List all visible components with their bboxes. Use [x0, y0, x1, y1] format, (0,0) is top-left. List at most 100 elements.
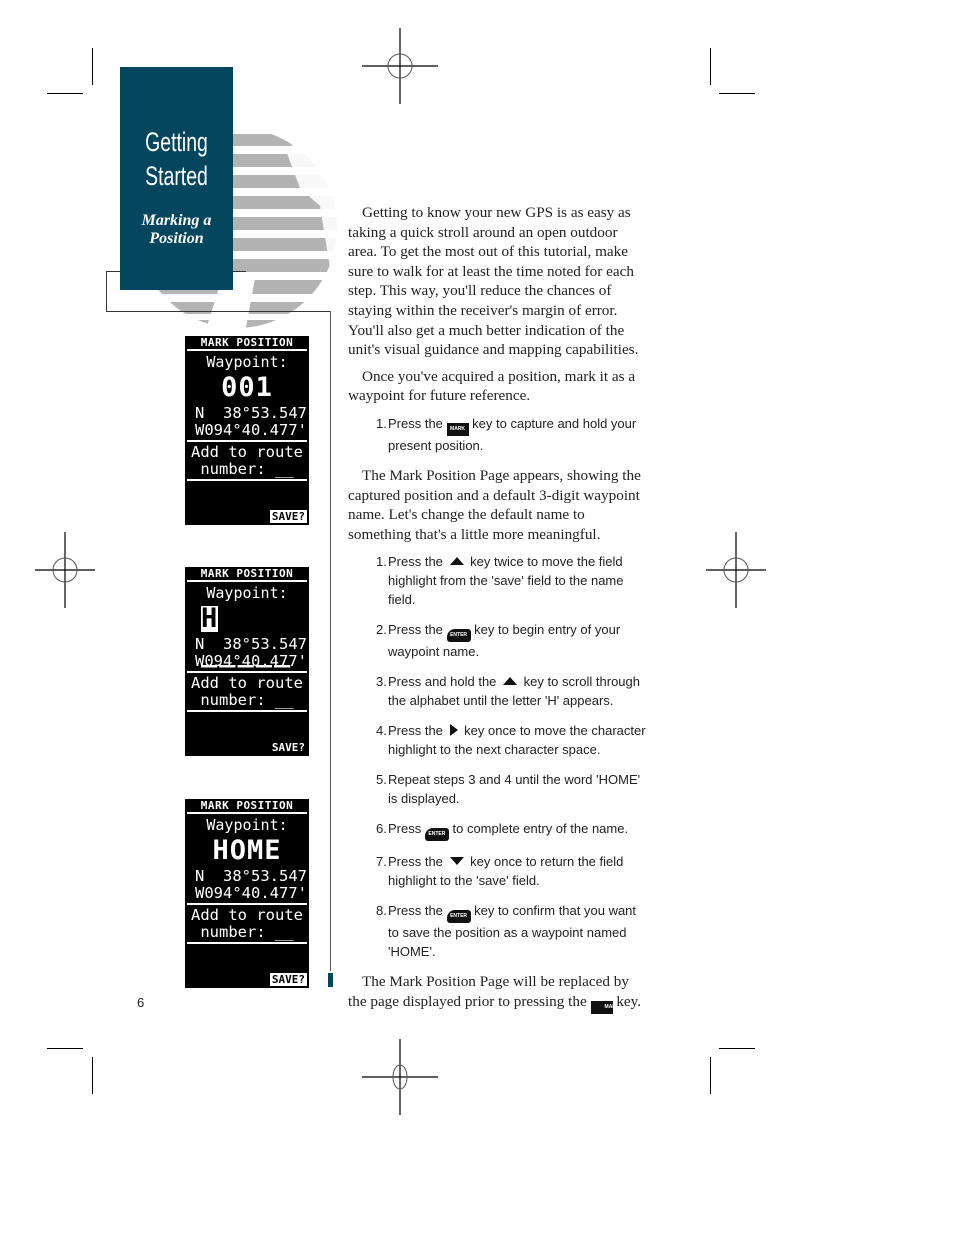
save-field: SAVE?	[271, 741, 305, 754]
gps-screen-editing: MARK POSITION Waypoint: H_____ N 38°53.5…	[185, 567, 317, 756]
section-subtitle: Marking a Position	[120, 212, 233, 248]
step-text: Repeat steps 3 and 4 until the word 'HOM…	[388, 770, 646, 808]
step-text-pre: Press	[388, 821, 422, 837]
coordinates: N 38°53.547' W094°40.477'	[187, 404, 317, 442]
step-list: 1. Press the MARK key to capture and hol…	[376, 414, 646, 455]
step-text-pre: Repeat steps 3 and 4 until the word 'HOM…	[388, 772, 641, 807]
step-number: 2.	[376, 622, 387, 638]
up-arrow-key-icon	[449, 557, 464, 566]
list-item: 1. Press the MARK key to capture and hol…	[376, 414, 646, 455]
margin-rule	[330, 311, 331, 971]
list-item: 4. Press the key once to move the charact…	[376, 721, 646, 759]
paragraph: The Mark Position Page appears, showing …	[348, 466, 641, 543]
screen-header: MARK POSITION	[187, 567, 307, 582]
up-arrow-key-icon	[503, 677, 518, 686]
step-number: 1.	[376, 554, 387, 570]
waypoint-name: HOME	[185, 834, 309, 868]
crop-mark	[710, 1057, 711, 1094]
step-text: Press the key once to move the character…	[388, 721, 646, 759]
right-arrow-key-icon	[449, 724, 458, 737]
enter-key-icon: ENTER	[424, 828, 449, 842]
step-number: 5.	[376, 772, 387, 788]
step-text: Press ENTER to complete entry of the nam…	[388, 819, 646, 842]
closing-text-post: key.	[616, 992, 642, 1010]
latitude: N 38°53.547'	[195, 404, 317, 422]
step-text-pre: Press the	[388, 854, 443, 870]
longitude: W094°40.477'	[195, 652, 307, 670]
section-marker	[328, 973, 333, 987]
section-title: Getting Started	[136, 125, 217, 193]
save-field: SAVE?	[269, 973, 307, 986]
page-number: 6	[137, 995, 145, 1010]
latitude: N 38°53.547'	[195, 635, 317, 653]
step-text: Press the MARK key to capture and hold y…	[388, 414, 646, 455]
crop-mark	[719, 93, 755, 94]
section-subtitle-line: Marking a	[141, 212, 212, 229]
route-field: Add to route number: __	[187, 442, 307, 481]
route-label: Add to route	[191, 906, 303, 924]
section-title-line: Getting	[145, 127, 208, 157]
paragraph: Once you've acquired a position, mark it…	[348, 367, 636, 405]
route-number: number: __	[200, 923, 294, 941]
intro-paragraph: Getting to know your new GPS is as easy …	[348, 204, 639, 359]
waypoint-name: 001	[185, 371, 309, 405]
gps-screen-default: MARK POSITION Waypoint: 001 N 38°53.547'…	[185, 336, 317, 525]
registration-mark-icon	[362, 1039, 438, 1115]
mark-key-icon: MARK	[590, 1000, 620, 1014]
list-item: 8. Press the ENTER key to confirm that yo…	[376, 901, 646, 961]
screen-header: MARK POSITION	[187, 336, 307, 351]
crop-mark	[47, 93, 83, 94]
step-text-pre: Press the	[388, 622, 443, 638]
body-text: Getting to know your new GPS is as easy …	[348, 203, 646, 1021]
step-text-post: to complete entry of the name.	[452, 821, 629, 837]
step-number: 4.	[376, 723, 387, 739]
coordinates: N 38°53.547' W094°40.477'	[187, 635, 317, 673]
registration-mark-icon	[362, 28, 438, 104]
step-text-pre: Press and hold the	[388, 674, 497, 690]
list-item: 3. Press and hold the key to scroll throu…	[376, 672, 646, 710]
character-highlight: H	[201, 603, 220, 634]
step-text: Press the key once to return the field h…	[388, 852, 646, 890]
list-item: 6. Press ENTER to complete entry of the n…	[376, 819, 646, 842]
latitude: N 38°53.547'	[195, 867, 317, 885]
screen-header: MARK POSITION	[187, 799, 307, 814]
step-text: Press the ENTER key to begin entry of yo…	[388, 620, 646, 661]
route-field: Add to route number: __	[187, 673, 307, 712]
step-text-pre: Press the	[388, 723, 443, 739]
down-arrow-key-icon	[449, 857, 464, 866]
save-field: SAVE?	[269, 510, 307, 523]
step-number: 7.	[376, 854, 387, 870]
coordinates: N 38°53.547' W094°40.477'	[187, 867, 317, 905]
route-label: Add to route	[191, 674, 303, 692]
step-text: Press the key twice to move the field hi…	[388, 552, 646, 609]
step-text: Press the ENTER key to confirm that you …	[388, 901, 646, 961]
crop-mark	[92, 48, 93, 85]
enter-key-icon: ENTER	[446, 910, 471, 924]
list-item: 5. Repeat steps 3 and 4 until the word 'H…	[376, 770, 646, 808]
frame-line	[106, 271, 107, 311]
registration-mark-icon	[698, 532, 774, 608]
route-label: Add to route	[191, 443, 303, 461]
mark-key-icon: MARK	[446, 422, 469, 436]
route-number: number: __	[200, 460, 294, 478]
gps-screen-home: MARK POSITION Waypoint: HOME N 38°53.547…	[185, 799, 317, 988]
waypoint-label: Waypoint:	[206, 353, 288, 371]
route-field: Add to route number: __	[187, 905, 307, 944]
frame-line	[106, 311, 331, 312]
closing-paragraph: The Mark Position Page will be replaced …	[348, 972, 646, 1014]
list-item: 7. Press the key once to return the field…	[376, 852, 646, 890]
section-subtitle-line: Position	[149, 230, 204, 247]
step-number: 1.	[376, 415, 387, 431]
step-number: 6.	[376, 821, 387, 837]
waypoint-label: Waypoint:	[206, 584, 288, 602]
closing-text-pre: The Mark Position Page will be replaced …	[348, 973, 629, 1010]
longitude: W094°40.477'	[195, 421, 307, 439]
list-item: 2. Press the ENTER key to begin entry of …	[376, 620, 646, 661]
waypoint-label: Waypoint:	[206, 816, 288, 834]
enter-key-icon: ENTER	[446, 629, 471, 643]
waypoint-name-text: 001	[221, 372, 273, 403]
route-number: number: __	[200, 691, 294, 709]
crop-mark	[719, 1048, 755, 1049]
step-text-pre: Press the	[388, 903, 443, 919]
crop-mark	[710, 48, 711, 85]
